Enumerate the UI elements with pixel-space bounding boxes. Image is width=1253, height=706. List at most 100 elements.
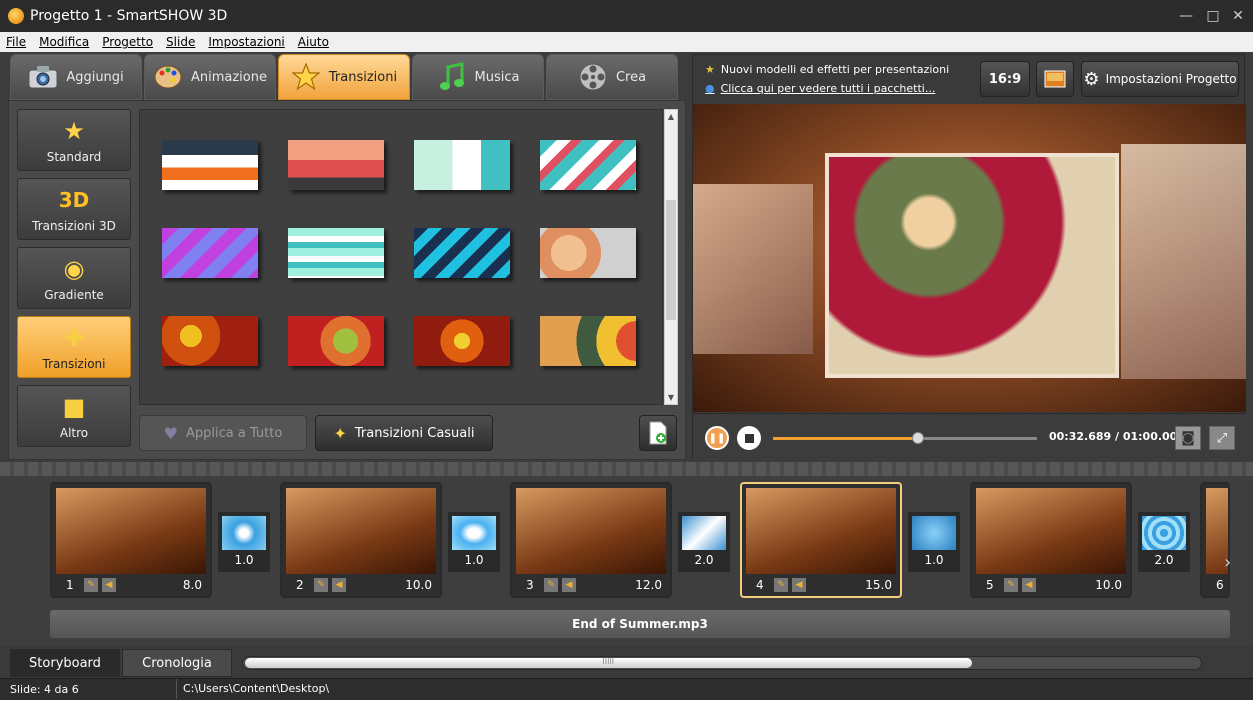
menu-bar: File Modifica Progetto Slide Impostazion… — [0, 32, 1253, 52]
maximize-button[interactable]: □ — [1203, 6, 1223, 26]
transition-thumbnail — [452, 516, 496, 550]
transition-duration: 1.0 — [464, 553, 484, 567]
pause-icon[interactable]: ❚❚ — [705, 426, 729, 450]
preview-left-photo — [693, 184, 813, 354]
edit-pencil-icon[interactable]: ✎ — [84, 578, 98, 592]
storyboard-slide-3[interactable]: 3 ✎ ◀ 12.0 — [510, 482, 672, 598]
filmstrip-border — [0, 462, 1253, 476]
slide-number: 4 — [756, 578, 764, 592]
transition-thumbnail[interactable] — [540, 316, 636, 366]
transition-duration: 2.0 — [1154, 553, 1174, 567]
slide-duration: 12.0 — [635, 578, 662, 592]
playback-slider-handle[interactable] — [912, 432, 925, 444]
transition-duration: 1.0 — [234, 553, 254, 567]
scroll-thumb[interactable] — [666, 200, 676, 320]
transition-thumbnail[interactable] — [414, 228, 510, 278]
storyboard-scrollbar[interactable]: IIIII — [242, 656, 1202, 670]
scroll-down-icon[interactable]: ▼ — [665, 393, 677, 402]
playback-track[interactable] — [773, 432, 1037, 444]
speaker-icon[interactable]: ◀ — [562, 578, 576, 592]
storyboard-slide-4[interactable]: 4 ✎ ◀ 15.0 — [740, 482, 902, 598]
stop-icon[interactable] — [737, 426, 761, 450]
speaker-icon[interactable]: ◀ — [792, 578, 806, 592]
promo-link[interactable]: ● Clicca qui per vedere tutti i pacchett… — [705, 82, 935, 95]
preview-main-photo — [829, 157, 1115, 374]
slide-duration: 15.0 — [865, 578, 892, 592]
snapshot-camera-icon[interactable]: ◙ — [1175, 426, 1201, 450]
storyboard-scroll-thumb[interactable]: IIIII — [245, 657, 972, 668]
storyboard-slide-2[interactable]: 2 ✎ ◀ 10.0 — [280, 482, 442, 598]
category-altro[interactable]: ■ Altro — [17, 385, 131, 447]
menu-progetto[interactable]: Progetto — [102, 35, 153, 49]
aspect-ratio-button[interactable]: 16:9 — [980, 61, 1030, 97]
minimize-button[interactable]: — — [1176, 6, 1196, 26]
edit-pencil-icon[interactable]: ✎ — [1004, 578, 1018, 592]
main-tabs: Aggiungi Animazione Transizioni Musica C… — [10, 54, 680, 100]
storyboard-transition-1[interactable]: 1.0 — [218, 512, 270, 572]
menu-modifica[interactable]: Modifica — [39, 35, 89, 49]
edit-pencil-icon[interactable]: ✎ — [544, 578, 558, 592]
background-button[interactable] — [1036, 61, 1074, 97]
storyboard-transition-3[interactable]: 2.0 — [678, 512, 730, 572]
category-gradiente[interactable]: ◉ Gradiente — [17, 247, 131, 309]
category-transizioni[interactable]: ✚ Transizioni — [17, 316, 131, 378]
storyboard-transition-4[interactable]: 1.0 — [908, 512, 960, 572]
menu-file[interactable]: File — [6, 35, 26, 49]
star-icon: ★ — [63, 117, 85, 145]
menu-slide[interactable]: Slide — [166, 35, 195, 49]
transition-thumbnail[interactable] — [540, 140, 636, 190]
tab-cronologia[interactable]: Cronologia — [122, 649, 232, 677]
picture-icon — [1044, 70, 1066, 88]
transition-thumbnail[interactable] — [288, 140, 384, 190]
category-standard[interactable]: ★ Standard — [17, 109, 131, 171]
apply-all-button[interactable]: ♥ Applica a Tutto — [139, 415, 307, 451]
speaker-icon[interactable]: ◀ — [332, 578, 346, 592]
slide-thumbnail — [746, 488, 896, 574]
storyboard-slide-5[interactable]: 5 ✎ ◀ 10.0 — [970, 482, 1132, 598]
transition-thumbnail[interactable] — [288, 316, 384, 366]
transition-thumbnail[interactable] — [162, 316, 258, 366]
edit-pencil-icon[interactable]: ✎ — [314, 578, 328, 592]
promo-link-text[interactable]: Clicca qui per vedere tutti i pacchetti.… — [721, 82, 936, 95]
edit-pencil-icon[interactable]: ✎ — [774, 578, 788, 592]
scroll-right-icon[interactable]: › — [1224, 552, 1231, 573]
transition-thumbnail[interactable] — [414, 140, 510, 190]
tab-storyboard[interactable]: Storyboard — [10, 649, 120, 677]
slide-thumbnail — [286, 488, 436, 574]
transition-thumbnail[interactable] — [414, 316, 510, 366]
tab-transizioni[interactable]: Transizioni — [278, 54, 410, 100]
fullscreen-icon[interactable]: ⤢ — [1209, 426, 1235, 450]
tab-label: Crea — [615, 69, 647, 85]
grid-scrollbar[interactable]: ▲ ▼ — [664, 109, 678, 405]
add-transition-button[interactable] — [639, 415, 677, 451]
project-settings-button[interactable]: ⚙ Impostazioni Progetto — [1081, 61, 1239, 97]
slide-number: 6 — [1216, 578, 1224, 592]
transition-thumbnail[interactable] — [162, 140, 258, 190]
transitions-panel: ★ Standard 3D Transizioni 3D ◉ Gradiente… — [8, 100, 686, 460]
transition-thumbnail[interactable] — [162, 228, 258, 278]
random-transitions-button[interactable]: ✦ Transizioni Casuali — [315, 415, 493, 451]
storyboard-slide-1[interactable]: 1 ✎ ◀ 8.0 — [50, 482, 212, 598]
speaker-icon[interactable]: ◀ — [1022, 578, 1036, 592]
music-track[interactable]: End of Summer.mp3 — [50, 610, 1230, 638]
tab-animazione[interactable]: Animazione — [144, 54, 276, 100]
storyboard-transition-2[interactable]: 1.0 — [448, 512, 500, 572]
preview-right-photo — [1121, 144, 1246, 379]
transition-thumbnail[interactable] — [540, 228, 636, 278]
tab-crea[interactable]: Crea — [546, 54, 678, 100]
storyboard-transition-5[interactable]: 2.0 — [1138, 512, 1190, 572]
slide-duration: 10.0 — [405, 578, 432, 592]
category-3d[interactable]: 3D Transizioni 3D — [17, 178, 131, 240]
menu-aiuto[interactable]: Aiuto — [298, 35, 329, 49]
status-bar: Slide: 4 da 6 C:\Users\Content\Desktop\ — [0, 678, 1253, 700]
scroll-up-icon[interactable]: ▲ — [665, 112, 677, 121]
category-label: Altro — [59, 426, 89, 440]
storyboard-slide-6[interactable]: 6 — [1200, 482, 1230, 598]
window-title: Progetto 1 - SmartSHOW 3D — [30, 8, 228, 24]
close-button[interactable]: ✕ — [1228, 6, 1248, 26]
speaker-icon[interactable]: ◀ — [102, 578, 116, 592]
tab-aggiungi[interactable]: Aggiungi — [10, 54, 142, 100]
transition-thumbnail[interactable] — [288, 228, 384, 278]
menu-impostazioni[interactable]: Impostazioni — [208, 35, 284, 49]
tab-musica[interactable]: Musica — [412, 54, 544, 100]
